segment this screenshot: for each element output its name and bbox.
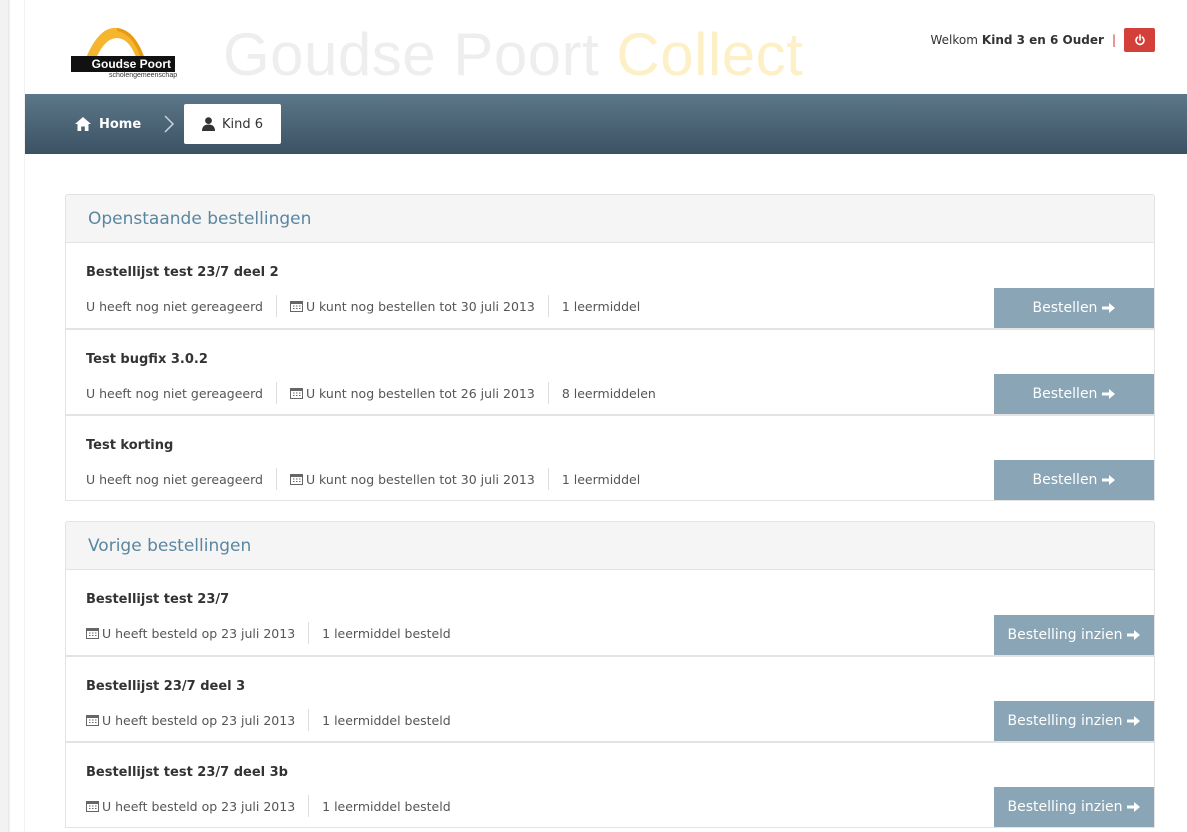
order-button[interactable]: Bestellen: [994, 460, 1154, 500]
logout-button[interactable]: [1124, 28, 1155, 52]
window-left-edge: [0, 0, 25, 832]
order-deadline: U kunt nog bestellen tot 30 juli 2013: [289, 298, 535, 314]
order-row: Bestellijst test 23/7 U heeft besteld op…: [65, 570, 1155, 656]
order-date: U heeft besteld op 23 juli 2013: [86, 713, 295, 728]
order-date-text: U heeft besteld op 23 juli 2013: [102, 712, 296, 728]
order-meta: U heeft nog niet gereageerd U kunt nog b…: [86, 295, 640, 317]
order-count: 1 leermiddel: [561, 298, 641, 314]
order-deadline: U kunt nog bestellen tot 26 juli 2013: [289, 385, 535, 401]
breadcrumb: Home Kind 6: [25, 94, 1187, 154]
order-meta: U heeft besteld op 23 juli 2013 1 leermi…: [86, 709, 451, 731]
divider: [547, 382, 549, 404]
calendar-icon: [289, 474, 303, 485]
arrow-right-icon: [1127, 802, 1141, 812]
arrow-right-icon: [1127, 630, 1141, 640]
arrow-right-icon: [1127, 716, 1141, 726]
user-area: Welkom Kind 3 en 6 Ouder |: [930, 28, 1155, 52]
order-row: Bestellijst 23/7 deel 3 U heeft besteld …: [65, 656, 1155, 742]
calendar-icon: [289, 388, 303, 399]
order-button[interactable]: Bestellen: [994, 288, 1154, 328]
order-title: Test bugfix 3.0.2: [86, 352, 208, 367]
order-title: Test korting: [86, 438, 174, 453]
order-button-label: Bestellen: [1032, 472, 1098, 488]
order-status: U heeft nog niet gereageerd: [86, 298, 263, 314]
order-date-text: U heeft besteld op 23 juli 2013: [102, 625, 296, 641]
school-logo[interactable]: Goudse Poort scholengemeenschap: [67, 26, 177, 84]
order-meta: U heeft besteld op 23 juli 2013 1 leermi…: [86, 795, 451, 817]
logo-text: Goudse Poort: [71, 56, 175, 72]
order-status: U heeft nog niet gereageerd: [86, 385, 263, 401]
order-button-label: Bestellen: [1032, 386, 1098, 402]
order-row: Test korting U heeft nog niet gereageerd…: [65, 415, 1155, 501]
divider: [275, 382, 277, 404]
arrow-right-icon: [1102, 389, 1116, 399]
previous-orders-panel: Vorige bestellingen Bestellijst test 23/…: [65, 521, 1155, 828]
order-title: Bestellijst test 23/7 deel 2: [86, 265, 279, 280]
order-deadline-text: U kunt nog bestellen tot 26 juli 2013: [305, 385, 535, 401]
order-title: Bestellijst test 23/7: [86, 592, 230, 607]
breadcrumb-home[interactable]: Home: [75, 114, 141, 134]
order-count: 1 leermiddel besteld: [322, 798, 451, 814]
view-order-button-label: Bestelling inzien: [1007, 627, 1123, 643]
order-count: 1 leermiddel besteld: [322, 625, 451, 641]
order-count: 8 leermiddelen: [561, 385, 656, 401]
brand-title: Goudse Poort Collect: [223, 20, 803, 90]
calendar-icon: [86, 628, 99, 639]
home-icon: [75, 117, 91, 131]
power-icon: [1134, 34, 1145, 46]
order-row: Bestellijst test 23/7 deel 3b U heeft be…: [65, 742, 1155, 828]
view-order-button[interactable]: Bestelling inzien: [994, 615, 1154, 655]
order-title: Bestellijst 23/7 deel 3: [86, 679, 246, 694]
divider: [547, 468, 549, 490]
calendar-icon: [86, 801, 99, 812]
view-order-button[interactable]: Bestelling inzien: [994, 701, 1154, 741]
order-meta: U heeft nog niet gereageerd U kunt nog b…: [86, 468, 640, 490]
calendar-icon: [289, 301, 303, 312]
welcome-text: Welkom: [930, 33, 978, 47]
order-button-label: Bestellen: [1032, 300, 1098, 316]
order-title: Bestellijst test 23/7 deel 3b: [86, 765, 288, 780]
order-date-text: U heeft besteld op 23 juli 2013: [102, 798, 296, 814]
divider: [308, 622, 310, 644]
header: Goudse Poort scholengemeenschap Goudse P…: [25, 0, 1187, 94]
breadcrumb-current[interactable]: Kind 6: [184, 104, 281, 144]
brand-main: Goudse Poort: [223, 21, 600, 88]
order-meta: U heeft besteld op 23 juli 2013 1 leermi…: [86, 622, 451, 644]
calendar-icon: [86, 715, 99, 726]
order-count: 1 leermiddel besteld: [322, 712, 451, 728]
arrow-right-icon: [1102, 303, 1116, 313]
order-row: Test bugfix 3.0.2 U heeft nog niet gerea…: [65, 329, 1155, 415]
arrow-right-icon: [1102, 475, 1116, 485]
breadcrumb-home-label: Home: [99, 116, 142, 132]
divider: [308, 795, 310, 817]
user-icon: [201, 117, 215, 131]
section-title: Openstaande bestellingen: [65, 194, 1155, 243]
page: Goudse Poort scholengemeenschap Goudse P…: [25, 0, 1187, 832]
divider: [308, 709, 310, 731]
section-title: Vorige bestellingen: [65, 521, 1155, 570]
view-order-button[interactable]: Bestelling inzien: [994, 787, 1154, 827]
order-row: Bestellijst test 23/7 deel 2 U heeft nog…: [65, 243, 1155, 329]
order-deadline-text: U kunt nog bestellen tot 30 juli 2013: [305, 298, 535, 314]
order-deadline: U kunt nog bestellen tot 30 juli 2013: [289, 471, 535, 487]
order-meta: U heeft nog niet gereageerd U kunt nog b…: [86, 382, 656, 404]
order-date: U heeft besteld op 23 juli 2013: [86, 799, 295, 814]
user-name: Kind 3 en 6 Ouder: [981, 33, 1104, 47]
divider: [275, 295, 277, 317]
open-orders-panel: Openstaande bestellingen Bestellijst tes…: [65, 194, 1155, 501]
order-status: U heeft nog niet gereageerd: [86, 471, 263, 487]
logo-subtitle: scholengemeenschap: [109, 72, 178, 79]
user-separator: |: [1111, 33, 1116, 47]
order-count: 1 leermiddel: [561, 471, 641, 487]
order-deadline-text: U kunt nog bestellen tot 30 juli 2013: [305, 471, 535, 487]
divider: [275, 468, 277, 490]
view-order-button-label: Bestelling inzien: [1007, 713, 1123, 729]
order-button[interactable]: Bestellen: [994, 374, 1154, 414]
order-date: U heeft besteld op 23 juli 2013: [86, 626, 295, 641]
chevron-right-icon: [164, 115, 175, 133]
brand-accent: Collect: [616, 21, 804, 88]
divider: [547, 295, 549, 317]
breadcrumb-current-label: Kind 6: [221, 116, 264, 132]
view-order-button-label: Bestelling inzien: [1007, 799, 1123, 815]
